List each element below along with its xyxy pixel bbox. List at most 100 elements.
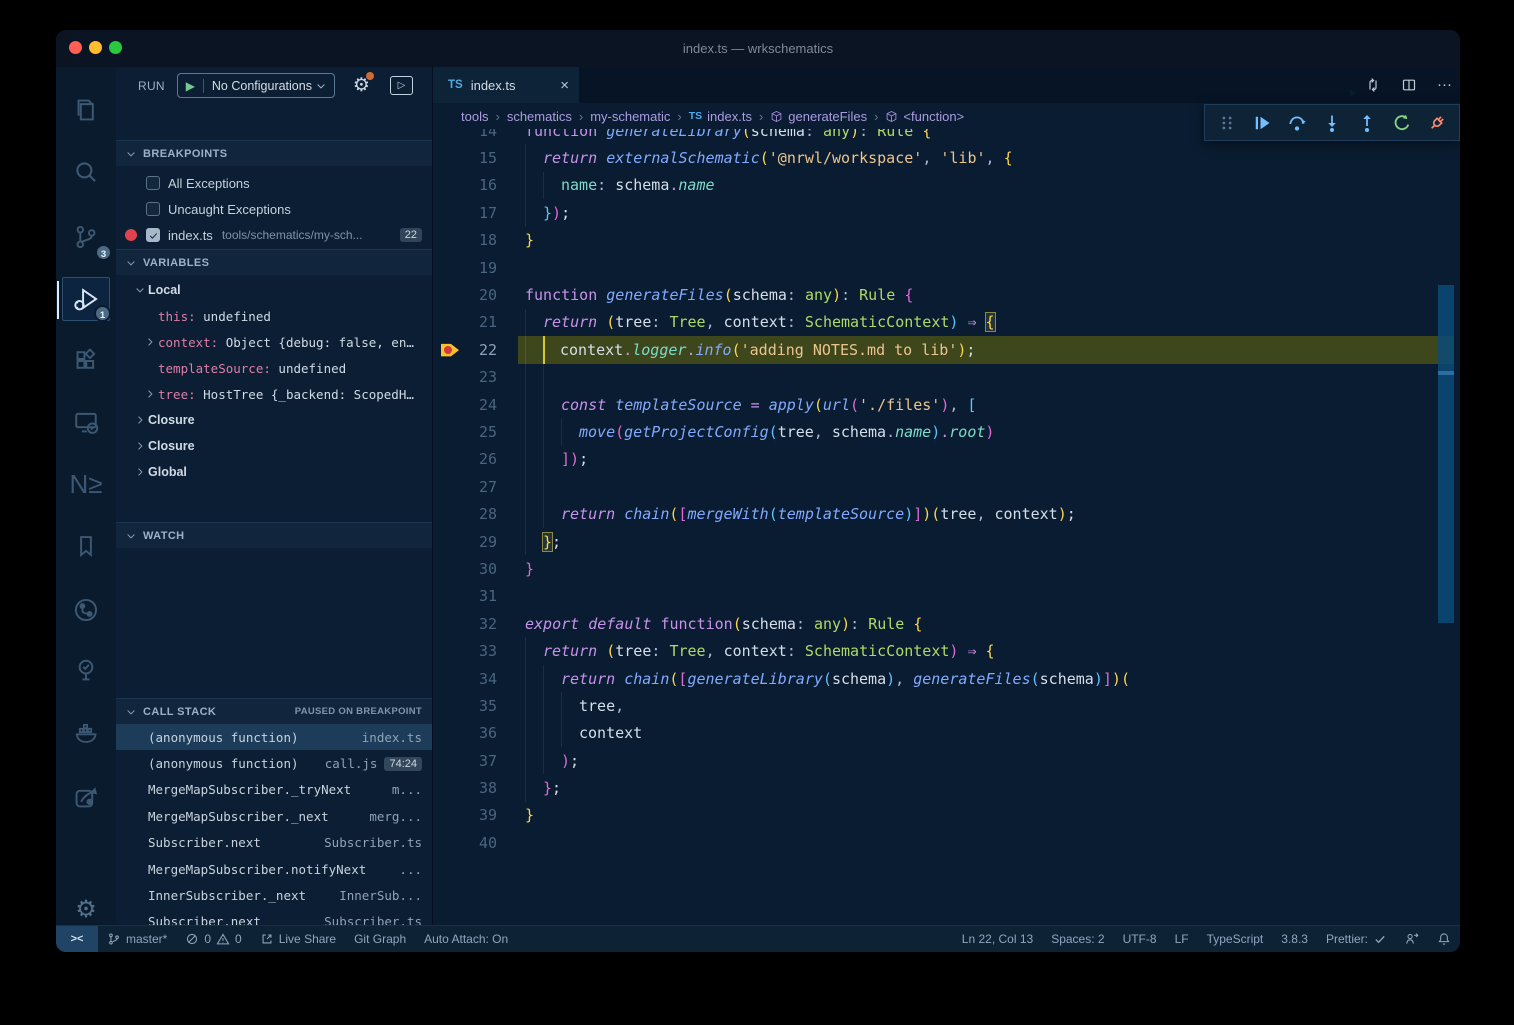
status-item-git-graph[interactable]: Git Graph [345, 926, 415, 952]
line-number[interactable]: 36 [463, 724, 497, 742]
line-number[interactable]: 16 [463, 176, 497, 194]
line-number[interactable]: 17 [463, 204, 497, 222]
status-item-notifications[interactable] [1428, 926, 1460, 952]
line-number[interactable]: 15 [463, 149, 497, 167]
gutter-glyph-margin[interactable] [433, 637, 463, 664]
variable-row[interactable]: tree: HostTree {_backend: ScopedH… [116, 381, 432, 407]
breadcrumb-item[interactable]: my-schematic [590, 109, 670, 124]
breadcrumb-item[interactable]: tools [461, 109, 488, 124]
status-item-ts-version[interactable]: 3.8.3 [1272, 926, 1317, 952]
gutter-glyph-margin[interactable] [433, 391, 463, 418]
line-number[interactable]: 30 [463, 560, 497, 578]
call-stack-frame[interactable]: InnerSubscriber._nextInnerSub... [116, 882, 432, 908]
gutter-glyph-margin[interactable] [433, 281, 463, 308]
breakpoints-section-header[interactable]: BREAKPOINTS [116, 140, 432, 166]
activity-item-run-and-debug[interactable]: 1 [62, 277, 110, 321]
call-stack-frame[interactable]: Subscriber.nextSubscriber.ts [116, 830, 432, 856]
line-number[interactable]: 27 [463, 478, 497, 496]
scrollbar-thumb[interactable] [1438, 285, 1454, 623]
activity-item-bookmarks[interactable] [62, 524, 110, 568]
line-number[interactable]: 19 [463, 259, 497, 277]
line-number[interactable]: 28 [463, 505, 497, 523]
line-number[interactable]: 29 [463, 533, 497, 551]
gutter-glyph-margin[interactable] [433, 364, 463, 391]
continue-button[interactable] [1252, 113, 1272, 133]
breakpoint-row[interactable]: All Exceptions [116, 170, 432, 196]
call-stack-section-header[interactable]: CALL STACK PAUSED ON BREAKPOINT [116, 698, 432, 724]
gutter-glyph-margin[interactable] [433, 500, 463, 527]
gutter-glyph-margin[interactable] [433, 309, 463, 336]
split-editor-button[interactable] [1401, 77, 1417, 93]
breadcrumb-item[interactable]: schematics [507, 109, 572, 124]
activity-item-explorer[interactable] [62, 88, 110, 132]
gutter-glyph-margin[interactable] [433, 583, 463, 610]
variables-scope-row[interactable]: Global [116, 459, 432, 485]
line-number[interactable]: 32 [463, 615, 497, 633]
line-number[interactable]: 31 [463, 587, 497, 605]
gutter-glyph-margin[interactable] [433, 528, 463, 555]
gutter-glyph-margin[interactable] [433, 610, 463, 637]
step-out-button[interactable] [1357, 113, 1377, 133]
line-number[interactable]: 39 [463, 806, 497, 824]
restart-button[interactable] [1392, 113, 1412, 133]
gutter-glyph-margin[interactable] [433, 172, 463, 199]
variables-section-header[interactable]: VARIABLES [116, 249, 432, 275]
status-item-git-branch[interactable]: master* [98, 926, 176, 952]
gutter-glyph-margin[interactable] [433, 774, 463, 801]
variables-scope-row[interactable]: Local [116, 277, 432, 303]
activity-item-docker[interactable] [62, 712, 110, 756]
variables-scope-row[interactable]: Closure [116, 433, 432, 459]
line-number[interactable]: 24 [463, 396, 497, 414]
status-item-cursor-position[interactable]: Ln 22, Col 13 [953, 926, 1042, 952]
gutter-glyph-margin[interactable] [433, 446, 463, 473]
exception-checkbox[interactable] [146, 202, 160, 216]
line-number[interactable]: 21 [463, 313, 497, 331]
breadcrumb-item[interactable]: <function> [885, 109, 964, 124]
call-stack-frame[interactable]: Subscriber.nextSubscriber.ts [116, 909, 432, 925]
paused-breakpoint-gutter[interactable] [433, 336, 463, 363]
drag-handle-button[interactable] [1217, 113, 1237, 133]
line-number[interactable]: 26 [463, 450, 497, 468]
line-number[interactable]: 18 [463, 231, 497, 249]
call-stack-frame[interactable]: (anonymous function)call.js74:24 [116, 750, 432, 776]
start-debug-icon[interactable]: ▶ [178, 79, 204, 93]
close-tab-icon[interactable]: × [560, 77, 569, 94]
gutter-glyph-margin[interactable] [433, 144, 463, 171]
activity-item-nx-console[interactable]: N≥ [62, 462, 110, 506]
compare-changes-button[interactable] [1365, 77, 1381, 93]
line-number[interactable]: 33 [463, 642, 497, 660]
step-over-button[interactable] [1287, 113, 1307, 133]
line-number[interactable]: 37 [463, 752, 497, 770]
call-stack-frame[interactable]: MergeMapSubscriber._tryNextm... [116, 777, 432, 803]
activity-item-search[interactable] [62, 150, 110, 194]
gutter-glyph-margin[interactable] [433, 829, 463, 856]
call-stack-frame[interactable]: (anonymous function)index.ts [116, 724, 432, 750]
status-item-prettier[interactable]: Prettier: [1317, 926, 1396, 952]
launch-configuration-dropdown[interactable]: ▶ No Configurations [177, 73, 335, 98]
status-item-feedback[interactable] [1396, 926, 1428, 952]
debug-console-icon[interactable]: ▷ [390, 76, 413, 95]
gutter-glyph-margin[interactable] [433, 418, 463, 445]
status-item-indentation[interactable]: Spaces: 2 [1042, 926, 1113, 952]
exception-checkbox[interactable] [146, 176, 160, 190]
activity-item-extensions[interactable] [62, 338, 110, 382]
gutter-glyph-margin[interactable] [433, 802, 463, 829]
more-actions-button[interactable]: ··· [1437, 76, 1452, 94]
line-number[interactable]: 25 [463, 423, 497, 441]
status-item-live-share[interactable]: Live Share [251, 926, 345, 952]
activity-item-deployments[interactable] [62, 775, 110, 819]
gutter-glyph-margin[interactable] [433, 747, 463, 774]
line-number[interactable]: 38 [463, 779, 497, 797]
line-number[interactable]: 20 [463, 286, 497, 304]
gutter-glyph-margin[interactable] [433, 199, 463, 226]
gutter-glyph-margin[interactable] [433, 720, 463, 747]
breadcrumb-item[interactable]: TSindex.ts [689, 109, 752, 124]
tab-index-ts[interactable]: TS index.ts × [433, 67, 579, 103]
variable-row[interactable]: context: Object {debug: false, en… [116, 329, 432, 355]
breakpoint-checkbox[interactable] [146, 228, 160, 242]
status-item-problems[interactable]: 00 [176, 926, 250, 952]
gutter-glyph-margin[interactable] [433, 692, 463, 719]
variables-scope-row[interactable]: Closure [116, 407, 432, 433]
activity-item-git-graph[interactable] [62, 588, 110, 632]
status-item-remote-indicator[interactable]: >< [56, 926, 98, 952]
